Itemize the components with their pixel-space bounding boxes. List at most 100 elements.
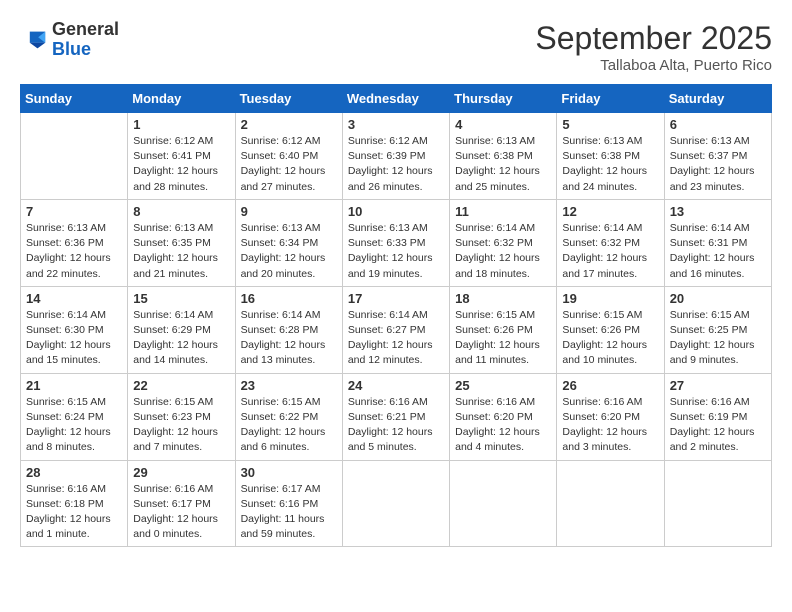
calendar-cell: 15 Sunrise: 6:14 AMSunset: 6:29 PMDayligh… bbox=[128, 286, 235, 373]
day-info: Sunrise: 6:14 AMSunset: 6:29 PMDaylight:… bbox=[133, 308, 229, 369]
day-info: Sunrise: 6:14 AMSunset: 6:30 PMDaylight:… bbox=[26, 308, 122, 369]
calendar-cell: 30 Sunrise: 6:17 AMSunset: 6:16 PMDayligh… bbox=[235, 460, 342, 547]
day-info: Sunrise: 6:13 AMSunset: 6:36 PMDaylight:… bbox=[26, 221, 122, 282]
calendar-week-row: 14 Sunrise: 6:14 AMSunset: 6:30 PMDayligh… bbox=[21, 286, 772, 373]
calendar-week-row: 7 Sunrise: 6:13 AMSunset: 6:36 PMDaylight… bbox=[21, 199, 772, 286]
calendar-cell: 21 Sunrise: 6:15 AMSunset: 6:24 PMDayligh… bbox=[21, 373, 128, 460]
day-number: 3 bbox=[348, 117, 444, 132]
calendar-cell: 29Sunrise: 6:16 AMSunset: 6:17 PMDayligh… bbox=[128, 460, 235, 547]
day-info: Sunrise: 6:13 AMSunset: 6:38 PMDaylight:… bbox=[455, 134, 551, 195]
calendar-cell: 24Sunrise: 6:16 AMSunset: 6:21 PMDayligh… bbox=[342, 373, 449, 460]
calendar-cell: 19 Sunrise: 6:15 AMSunset: 6:26 PMDayligh… bbox=[557, 286, 664, 373]
day-number: 16 bbox=[241, 291, 337, 306]
day-number: 4 bbox=[455, 117, 551, 132]
day-number: 13 bbox=[670, 204, 766, 219]
weekday-header-friday: Friday bbox=[557, 85, 664, 113]
calendar-cell: 4 Sunrise: 6:13 AMSunset: 6:38 PMDaylight… bbox=[450, 113, 557, 200]
weekday-header-monday: Monday bbox=[128, 85, 235, 113]
day-info: Sunrise: 6:16 AMSunset: 6:18 PMDaylight:… bbox=[26, 482, 122, 543]
day-info: Sunrise: 6:13 AMSunset: 6:33 PMDaylight:… bbox=[348, 221, 444, 282]
day-number: 20 bbox=[670, 291, 766, 306]
calendar-cell: 23 Sunrise: 6:15 AMSunset: 6:22 PMDayligh… bbox=[235, 373, 342, 460]
day-number: 23 bbox=[241, 378, 337, 393]
day-number: 17 bbox=[348, 291, 444, 306]
day-number: 22 bbox=[133, 378, 229, 393]
day-number: 5 bbox=[562, 117, 658, 132]
calendar-cell: 5 Sunrise: 6:13 AMSunset: 6:38 PMDaylight… bbox=[557, 113, 664, 200]
day-info: Sunrise: 6:12 AMSunset: 6:41 PMDaylight:… bbox=[133, 134, 229, 195]
calendar-cell: 3 Sunrise: 6:12 AMSunset: 6:39 PMDaylight… bbox=[342, 113, 449, 200]
day-info: Sunrise: 6:16 AMSunset: 6:20 PMDaylight:… bbox=[562, 395, 658, 456]
calendar-cell bbox=[21, 113, 128, 200]
day-number: 9 bbox=[241, 204, 337, 219]
day-number: 21 bbox=[26, 378, 122, 393]
day-info: Sunrise: 6:13 AMSunset: 6:37 PMDaylight:… bbox=[670, 134, 766, 195]
logo-icon bbox=[20, 26, 48, 54]
calendar-week-row: 1 Sunrise: 6:12 AMSunset: 6:41 PMDaylight… bbox=[21, 113, 772, 200]
weekday-header-wednesday: Wednesday bbox=[342, 85, 449, 113]
day-number: 2 bbox=[241, 117, 337, 132]
logo-text: General Blue bbox=[52, 20, 119, 60]
day-number: 24 bbox=[348, 378, 444, 393]
title-block: September 2025 Tallaboa Alta, Puerto Ric… bbox=[535, 20, 772, 74]
day-info: Sunrise: 6:14 AMSunset: 6:28 PMDaylight:… bbox=[241, 308, 337, 369]
day-info: Sunrise: 6:15 AMSunset: 6:26 PMDaylight:… bbox=[562, 308, 658, 369]
day-info: Sunrise: 6:15 AMSunset: 6:22 PMDaylight:… bbox=[241, 395, 337, 456]
day-number: 10 bbox=[348, 204, 444, 219]
calendar-cell: 27Sunrise: 6:16 AMSunset: 6:19 PMDayligh… bbox=[664, 373, 771, 460]
day-number: 25 bbox=[455, 378, 551, 393]
calendar-week-row: 21 Sunrise: 6:15 AMSunset: 6:24 PMDayligh… bbox=[21, 373, 772, 460]
page-header: General Blue September 2025 Tallaboa Alt… bbox=[20, 20, 772, 74]
day-info: Sunrise: 6:15 AMSunset: 6:26 PMDaylight:… bbox=[455, 308, 551, 369]
location: Tallaboa Alta, Puerto Rico bbox=[535, 57, 772, 74]
day-number: 12 bbox=[562, 204, 658, 219]
calendar-cell: 14 Sunrise: 6:14 AMSunset: 6:30 PMDayligh… bbox=[21, 286, 128, 373]
calendar-cell: 20 Sunrise: 6:15 AMSunset: 6:25 PMDayligh… bbox=[664, 286, 771, 373]
calendar-cell: 22Sunrise: 6:15 AMSunset: 6:23 PMDayligh… bbox=[128, 373, 235, 460]
calendar-cell bbox=[664, 460, 771, 547]
day-info: Sunrise: 6:13 AMSunset: 6:34 PMDaylight:… bbox=[241, 221, 337, 282]
day-info: Sunrise: 6:14 AMSunset: 6:32 PMDaylight:… bbox=[455, 221, 551, 282]
day-info: Sunrise: 6:17 AMSunset: 6:16 PMDaylight:… bbox=[241, 482, 337, 543]
calendar-cell: 2 Sunrise: 6:12 AMSunset: 6:40 PMDaylight… bbox=[235, 113, 342, 200]
calendar-cell: 9 Sunrise: 6:13 AMSunset: 6:34 PMDaylight… bbox=[235, 199, 342, 286]
calendar-cell: 25 Sunrise: 6:16 AMSunset: 6:20 PMDayligh… bbox=[450, 373, 557, 460]
weekday-header-row: SundayMondayTuesdayWednesdayThursdayFrid… bbox=[21, 85, 772, 113]
day-number: 18 bbox=[455, 291, 551, 306]
day-info: Sunrise: 6:14 AMSunset: 6:32 PMDaylight:… bbox=[562, 221, 658, 282]
day-number: 27 bbox=[670, 378, 766, 393]
logo: General Blue bbox=[20, 20, 119, 60]
day-info: Sunrise: 6:14 AMSunset: 6:27 PMDaylight:… bbox=[348, 308, 444, 369]
day-info: Sunrise: 6:13 AMSunset: 6:38 PMDaylight:… bbox=[562, 134, 658, 195]
calendar-cell: 7 Sunrise: 6:13 AMSunset: 6:36 PMDaylight… bbox=[21, 199, 128, 286]
day-number: 1 bbox=[133, 117, 229, 132]
day-number: 14 bbox=[26, 291, 122, 306]
calendar-cell bbox=[557, 460, 664, 547]
calendar-cell: 6Sunrise: 6:13 AMSunset: 6:37 PMDaylight… bbox=[664, 113, 771, 200]
day-number: 26 bbox=[562, 378, 658, 393]
calendar-table: SundayMondayTuesdayWednesdayThursdayFrid… bbox=[20, 84, 772, 547]
day-number: 11 bbox=[455, 204, 551, 219]
day-info: Sunrise: 6:14 AMSunset: 6:31 PMDaylight:… bbox=[670, 221, 766, 282]
calendar-week-row: 28Sunrise: 6:16 AMSunset: 6:18 PMDayligh… bbox=[21, 460, 772, 547]
calendar-cell: 1 Sunrise: 6:12 AMSunset: 6:41 PMDaylight… bbox=[128, 113, 235, 200]
day-info: Sunrise: 6:15 AMSunset: 6:24 PMDaylight:… bbox=[26, 395, 122, 456]
day-info: Sunrise: 6:16 AMSunset: 6:20 PMDaylight:… bbox=[455, 395, 551, 456]
day-info: Sunrise: 6:13 AMSunset: 6:35 PMDaylight:… bbox=[133, 221, 229, 282]
weekday-header-sunday: Sunday bbox=[21, 85, 128, 113]
day-info: Sunrise: 6:12 AMSunset: 6:39 PMDaylight:… bbox=[348, 134, 444, 195]
day-info: Sunrise: 6:12 AMSunset: 6:40 PMDaylight:… bbox=[241, 134, 337, 195]
calendar-cell: 18 Sunrise: 6:15 AMSunset: 6:26 PMDayligh… bbox=[450, 286, 557, 373]
calendar-cell: 12 Sunrise: 6:14 AMSunset: 6:32 PMDayligh… bbox=[557, 199, 664, 286]
calendar-cell: 8Sunrise: 6:13 AMSunset: 6:35 PMDaylight… bbox=[128, 199, 235, 286]
calendar-cell: 11 Sunrise: 6:14 AMSunset: 6:32 PMDayligh… bbox=[450, 199, 557, 286]
day-number: 7 bbox=[26, 204, 122, 219]
day-info: Sunrise: 6:15 AMSunset: 6:25 PMDaylight:… bbox=[670, 308, 766, 369]
calendar-cell: 16 Sunrise: 6:14 AMSunset: 6:28 PMDayligh… bbox=[235, 286, 342, 373]
calendar-cell bbox=[450, 460, 557, 547]
day-number: 19 bbox=[562, 291, 658, 306]
day-number: 30 bbox=[241, 465, 337, 480]
day-number: 29 bbox=[133, 465, 229, 480]
day-number: 15 bbox=[133, 291, 229, 306]
weekday-header-saturday: Saturday bbox=[664, 85, 771, 113]
